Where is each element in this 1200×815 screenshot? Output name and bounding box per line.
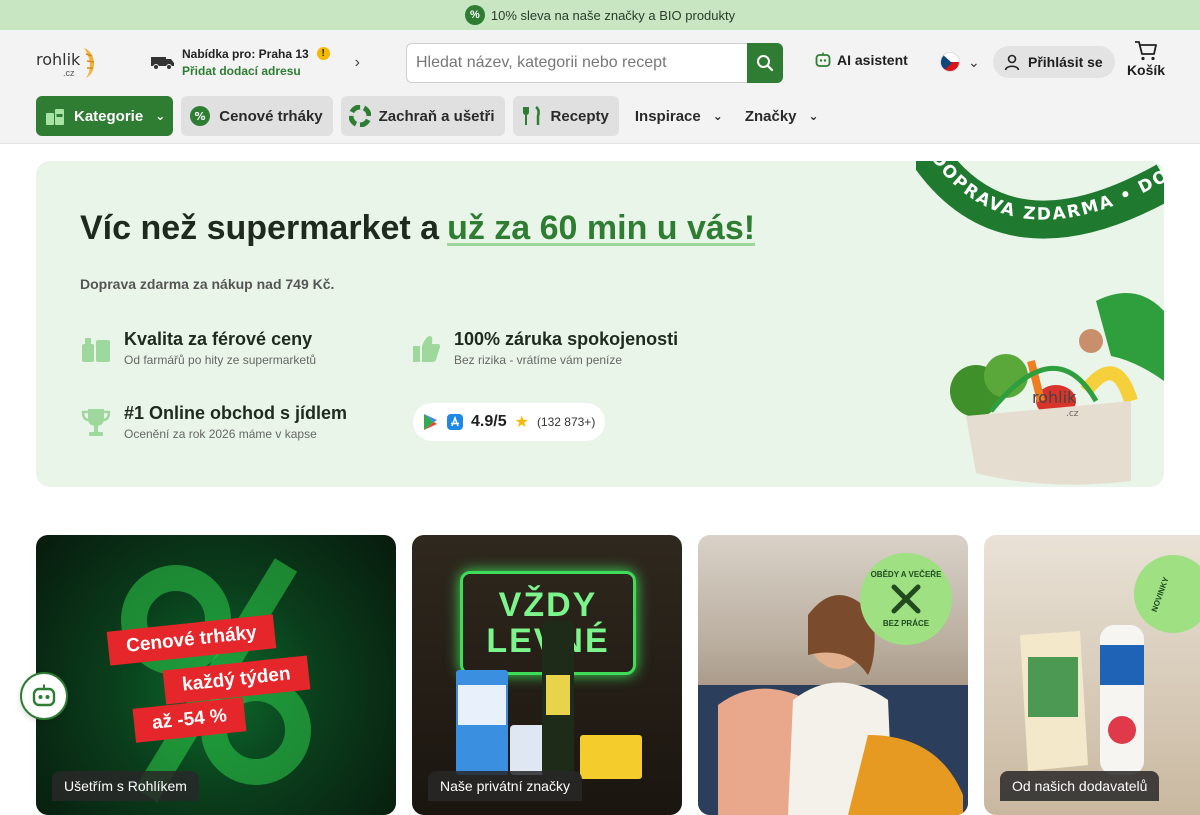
robot-icon — [815, 52, 831, 67]
promo-card-meals[interactable]: OBĚDY A VEČEŘE BEZ PRÁCE — [698, 535, 968, 815]
badge-top-text: NOVINKY — [1149, 575, 1171, 613]
nav-save-rescue-label: Zachraň a ušetři — [378, 107, 495, 125]
lifebuoy-icon — [348, 105, 371, 127]
feature-title: 100% záruka spokojenosti — [454, 329, 679, 349]
feature-subtitle: Od farmářů po hity ze supermarketů — [124, 353, 317, 367]
nav-categories-label: Kategorie — [74, 107, 144, 125]
user-icon — [1004, 54, 1020, 71]
nav-brands[interactable]: Značky ⌄ — [737, 96, 825, 136]
hero-title-main: Víc než supermarket a — [80, 209, 440, 247]
czech-flag-icon — [940, 52, 960, 72]
nav-brands-label: Značky — [744, 107, 797, 125]
robot-icon — [32, 684, 56, 707]
meals-badge: OBĚDY A VEČEŘE BEZ PRÁCE — [860, 553, 952, 645]
hero-title-accent: už za 60 min u vás! — [447, 209, 756, 247]
warning-icon: ! — [316, 47, 330, 60]
trophy-icon — [81, 409, 111, 436]
chat-assistant-button[interactable] — [20, 672, 68, 720]
main-nav: Kategorie ⌄ % Cenové trháky Zachraň a uš… — [36, 96, 825, 136]
svg-text:%: % — [195, 110, 206, 123]
cutlery-icon — [521, 105, 543, 127]
delivery-address-selector[interactable]: Nabídka pro: Praha 13 ! Přidat dodací ad… — [150, 44, 360, 80]
app-store-icon — [447, 414, 463, 430]
hero-banner: Víc než supermarket a už za 60 min u vás!… — [36, 161, 1164, 487]
feature-title: #1 Online obchod s jídlem — [124, 403, 348, 423]
login-label: Přihlásit se — [1028, 54, 1103, 70]
grocery-icon — [44, 105, 66, 127]
rating-count: (132 873+) — [536, 415, 596, 429]
chevron-down-icon: ⌄ — [712, 109, 723, 123]
logo-text: rohlik — [36, 50, 81, 69]
nav-inspiration-label: Inspirace — [634, 107, 701, 125]
rating-score: 4.9/5 — [471, 413, 507, 430]
search-icon — [757, 55, 774, 72]
cart-button[interactable]: Košík — [1124, 40, 1168, 78]
feature-guarantee: 100% záruka spokojenosti Bez rizika - vr… — [410, 329, 678, 367]
shopping-bag-image: rohlik .cz — [950, 293, 1164, 485]
login-button[interactable]: Přihlásit se — [993, 46, 1115, 78]
feature-subtitle: Bez rizika - vrátíme vám peníze — [454, 353, 623, 367]
nav-save-rescue[interactable]: Zachraň a ušetři — [340, 96, 505, 136]
feature-title: Kvalita za férové ceny — [124, 329, 313, 349]
ai-assistant-button[interactable]: AI asistent — [815, 52, 908, 68]
grocery-box-icon — [82, 338, 110, 362]
nav-price-hits[interactable]: % Cenové trháky — [181, 96, 333, 136]
chevron-down-icon: ⌄ — [155, 109, 166, 123]
delivery-truck-icon — [151, 57, 174, 70]
add-address-link[interactable]: Přidat dodací adresu — [182, 64, 330, 78]
nav-recipes[interactable]: Recepty — [512, 96, 619, 136]
nav-inspiration[interactable]: Inspirace ⌄ — [627, 96, 729, 136]
logo-suffix: .cz — [63, 68, 75, 78]
google-play-icon — [424, 414, 437, 430]
language-selector[interactable]: ⌄ — [940, 52, 980, 72]
promo-strip[interactable]: % 10% sleva na naše značky a BIO produkt… — [0, 0, 1200, 30]
feature-subtitle: Ocenění za rok 2026 máme v kapse — [124, 427, 317, 441]
cart-label: Košík — [1126, 62, 1166, 78]
bag-logo-suffix: .cz — [1066, 409, 1079, 419]
promo-card-suppliers[interactable]: NOVINKY Od našich dodavatelů — [984, 535, 1200, 815]
croissant-icon — [84, 48, 95, 78]
search-bar — [406, 43, 783, 83]
search-button[interactable] — [747, 43, 783, 83]
card-caption: Naše privátní značky — [428, 771, 582, 801]
cutlery-icon — [891, 584, 921, 614]
badge-bottom-text: BEZ PRÁCE — [882, 619, 930, 628]
percent-icon: % — [189, 105, 211, 127]
logo[interactable]: rohlik .cz — [36, 46, 106, 82]
free-delivery-ribbon: DOPRAVA ZDARMA • DO — [916, 161, 1164, 239]
card-caption: Od našich dodavatelů — [1000, 771, 1160, 801]
card-caption: Ušetřím s Rohlíkem — [52, 771, 199, 801]
nav-categories[interactable]: Kategorie ⌄ — [36, 96, 174, 136]
nav-recipes-label: Recepty — [550, 107, 609, 125]
percent-badge-icon: % — [464, 5, 485, 25]
badge-top-text: OBĚDY A VEČEŘE — [870, 570, 942, 579]
hero-subtitle: Doprava zdarma za nákup nad 749 Kč. — [80, 276, 335, 292]
promo-text: 10% sleva na naše značky a BIO produkty — [490, 7, 736, 23]
star-icon: ★ — [514, 414, 529, 431]
feature-quality: Kvalita za férové ceny Od farmářů po hit… — [80, 329, 316, 367]
chevron-down-icon: ⌄ — [968, 53, 980, 70]
promo-card-private-brands[interactable]: VŽDY LEVNÉ Naše privátní značky — [412, 535, 682, 815]
hero-title: Víc než supermarket a už za 60 min u vás! — [80, 209, 755, 248]
delivery-location: Nabídka pro: Praha 13 — [182, 46, 309, 61]
feature-award: #1 Online obchod s jídlem Ocenění za rok… — [80, 403, 347, 441]
promo-card-deals[interactable]: Cenové trháky každý týden až -54 % Ušetř… — [36, 535, 396, 815]
chevron-right-icon: › — [354, 54, 360, 71]
header: rohlik .cz Nabídka pro: Praha 13 ! Přida… — [0, 30, 1200, 144]
search-input[interactable] — [406, 43, 747, 83]
nav-price-hits-label: Cenové trháky — [219, 107, 323, 125]
ai-assistant-label: AI asistent — [837, 52, 908, 68]
bag-logo-text: rohlik — [1032, 388, 1077, 407]
thumbs-up-icon — [413, 336, 440, 362]
chevron-down-icon: ⌄ — [808, 109, 819, 123]
app-rating-badge[interactable]: 4.9/5 ★ (132 873+) — [413, 403, 606, 441]
cart-icon — [1135, 41, 1157, 61]
